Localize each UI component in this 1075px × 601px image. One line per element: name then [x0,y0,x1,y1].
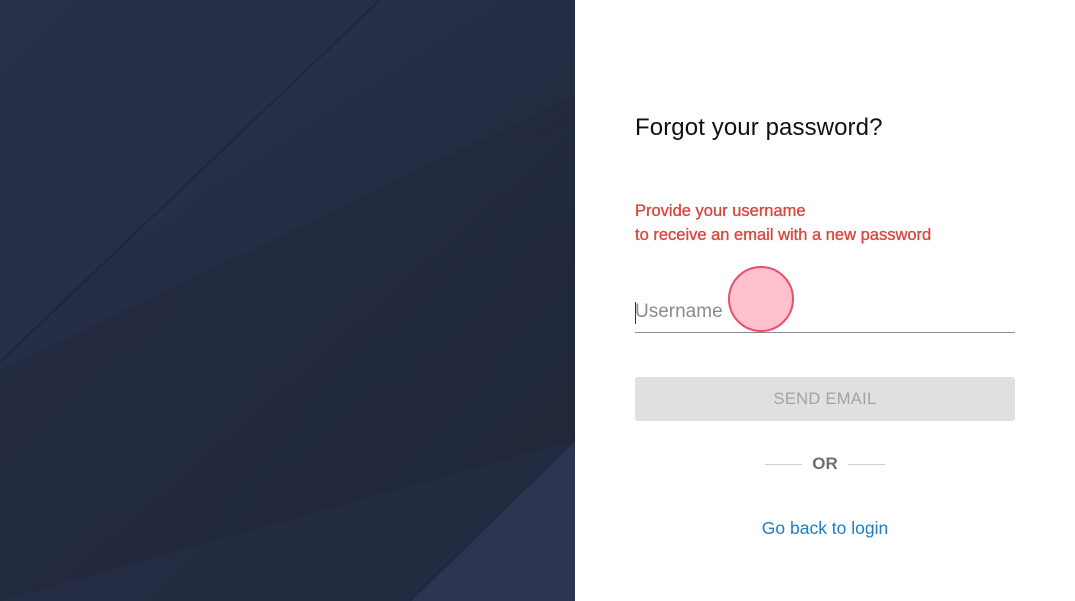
text-caret [635,302,636,324]
decorative-background-panel [0,0,575,601]
divider-line-left [765,463,802,465]
or-divider: OR [765,452,885,476]
send-email-button[interactable]: SEND EMAIL [635,377,1015,421]
page-title: Forgot your password? [635,114,883,141]
divider-line-right [848,463,885,465]
username-input[interactable] [635,298,1005,326]
instruction-message: Provide your username to receive an emai… [635,199,932,247]
username-field[interactable] [635,294,1015,333]
instruction-line-1: Provide your username [635,202,806,220]
instruction-line-2: to receive an email with a new password [635,226,932,244]
divider-label: OR [812,454,838,473]
forgot-password-page: Forgot your password? Provide your usern… [0,0,1075,601]
folded-paper-background [0,0,575,601]
form-panel: Forgot your password? Provide your usern… [575,0,1075,601]
back-to-login-link[interactable]: Go back to login [635,518,1015,539]
